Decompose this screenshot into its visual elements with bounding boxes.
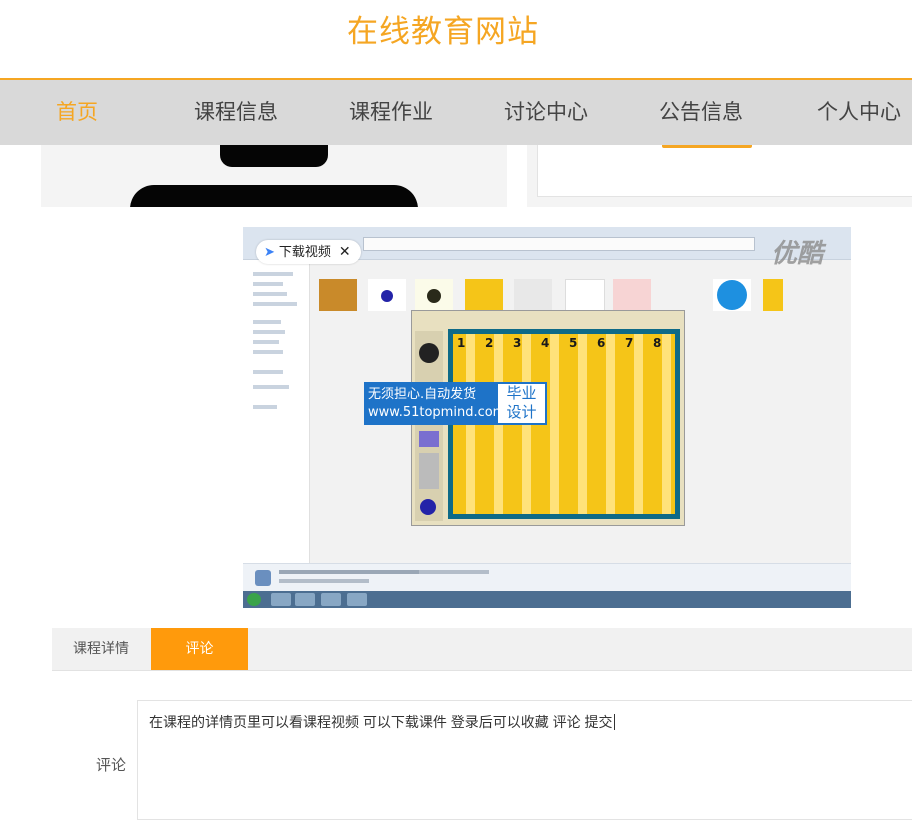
download-video-label: 下载视频: [278, 245, 331, 260]
nav-course-homework[interactable]: 课程作业: [349, 80, 433, 145]
nav-home[interactable]: 首页: [56, 80, 98, 145]
text-caret: [613, 714, 615, 730]
video-watermark-ad: 无须担心.自动发货 www.51topmind.com 毕业 设计: [364, 382, 547, 425]
video-thumb-image: [319, 279, 357, 311]
course-cover-image: [41, 145, 507, 207]
nav-discussion[interactable]: 讨论中心: [504, 80, 588, 145]
video-game-controls: [415, 331, 443, 521]
lane-number: 2: [485, 336, 494, 350]
lane-number: 5: [569, 336, 578, 350]
site-title: 在线教育网站: [347, 14, 539, 50]
close-icon[interactable]: ✕: [339, 244, 351, 260]
lane-number: 1: [457, 336, 466, 350]
comment-textarea[interactable]: 在课程的详情页里可以看课程视频 可以下载课件 登录后可以收藏 评论 提交: [137, 700, 912, 820]
tab-comments[interactable]: 评论: [151, 628, 248, 670]
ad-badge-line-2: 设计: [506, 403, 537, 421]
video-thumb-stripes: [465, 279, 503, 311]
course-info-card: [537, 145, 912, 197]
lane-number: 3: [513, 336, 522, 350]
youku-watermark: 优酷: [771, 239, 824, 269]
download-video-button[interactable]: ➤ 下载视频 ✕: [256, 240, 361, 264]
lane-number: 4: [541, 336, 550, 350]
video-thumb-document: [613, 279, 651, 311]
video-thumb-ie: [713, 279, 751, 311]
comment-label: 评论: [96, 756, 127, 774]
nav-personal-center[interactable]: 个人中心: [817, 80, 901, 145]
video-thumb-dot-dark: [415, 279, 453, 311]
lane-number: 8: [653, 336, 662, 350]
nav-course-info[interactable]: 课程信息: [194, 80, 278, 145]
main-nav: 首页 课程信息 课程作业 讨论中心 公告信息 个人中心: [0, 78, 912, 145]
video-thumb-file: [565, 279, 605, 313]
ad-line-1: 无须担心.自动发货: [368, 387, 477, 402]
course-video-player[interactable]: 1 2 3 4 5 6 7 8 无须担心.自动发货 www.51topmind.…: [243, 227, 851, 608]
ad-badge-line-1: 毕业: [506, 384, 537, 402]
video-frame-statusbar: [243, 563, 851, 592]
bird-icon: ➤: [264, 245, 275, 260]
video-frame-sidebar: [243, 260, 310, 590]
tab-course-detail[interactable]: 课程详情: [52, 628, 150, 670]
cover-shape-bottom: [130, 185, 418, 207]
course-info-accent: [662, 145, 752, 148]
video-thumb-runner: [763, 279, 783, 311]
cover-shape-top: [220, 145, 328, 167]
video-frame-taskbar: [243, 591, 851, 608]
lane-number: 7: [625, 336, 634, 350]
ad-badge: 毕业 设计: [498, 384, 545, 423]
comment-text: 在课程的详情页里可以看课程视频 可以下载课件 登录后可以收藏 评论 提交: [149, 714, 613, 730]
lane-number: 6: [597, 336, 606, 350]
ad-line-2: www.51topmind.com: [368, 405, 506, 420]
course-tabs: 课程详情 评论: [52, 628, 912, 671]
course-info-panel: [527, 145, 912, 207]
video-thumb-dot-blue: [368, 279, 406, 311]
video-frame-address-bar: [363, 237, 755, 251]
video-thumb-app: [514, 279, 552, 311]
nav-announcements[interactable]: 公告信息: [659, 80, 743, 145]
